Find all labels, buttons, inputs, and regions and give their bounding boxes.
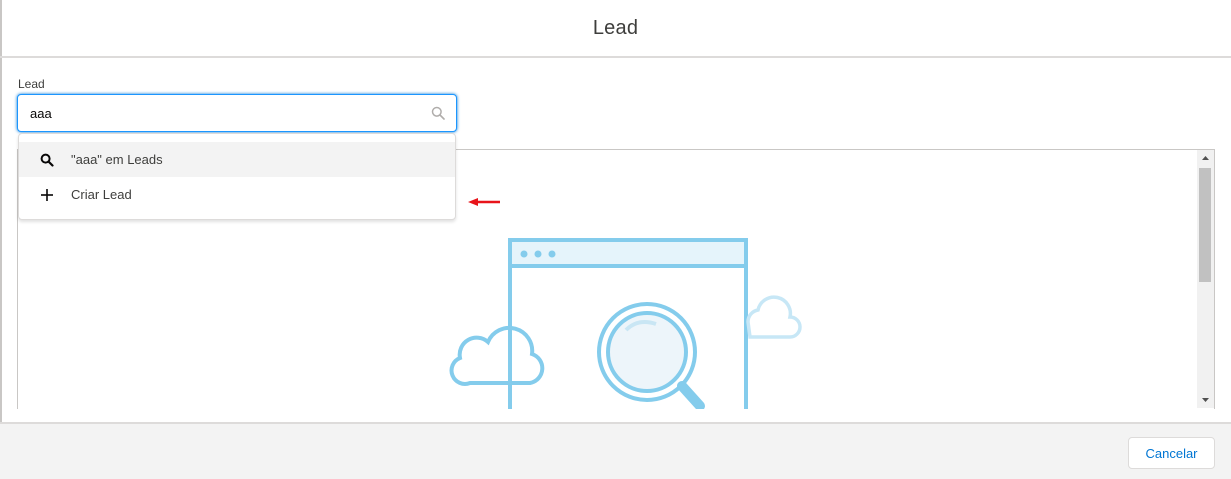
modal-title: Lead	[592, 16, 639, 39]
annotation-arrow-icon	[468, 198, 500, 206]
browser-magnifier-clouds-illustration	[449, 238, 802, 409]
modal-left-edge	[0, 0, 2, 479]
lead-field-label: Lead	[18, 77, 45, 91]
scroll-up-arrow-icon[interactable]	[1197, 150, 1214, 166]
dropdown-item-search-leads[interactable]: "aaa" em Leads	[19, 142, 455, 177]
lead-search-input[interactable]: aaa	[17, 94, 457, 132]
dropdown-item-label: "aaa" em Leads	[71, 152, 163, 167]
lookup-dropdown: "aaa" em Leads Criar Lead	[18, 133, 456, 220]
dropdown-item-label: Criar Lead	[71, 187, 132, 202]
scroll-down-arrow-icon[interactable]	[1197, 392, 1214, 408]
dropdown-item-create-lead[interactable]: Criar Lead	[19, 177, 455, 212]
search-icon	[40, 153, 54, 167]
lead-modal: Lead Lead aaa "aaa" em Leads Criar Lead …	[0, 0, 1231, 479]
modal-footer: Cancelar	[0, 422, 1231, 479]
cancel-button[interactable]: Cancelar	[1128, 437, 1215, 469]
results-scrollbar[interactable]	[1197, 150, 1214, 408]
modal-header: Lead	[0, 0, 1231, 58]
search-input-value[interactable]: aaa	[30, 106, 52, 121]
scrollbar-thumb[interactable]	[1199, 168, 1211, 282]
plus-icon	[41, 188, 53, 201]
search-icon	[431, 106, 445, 120]
